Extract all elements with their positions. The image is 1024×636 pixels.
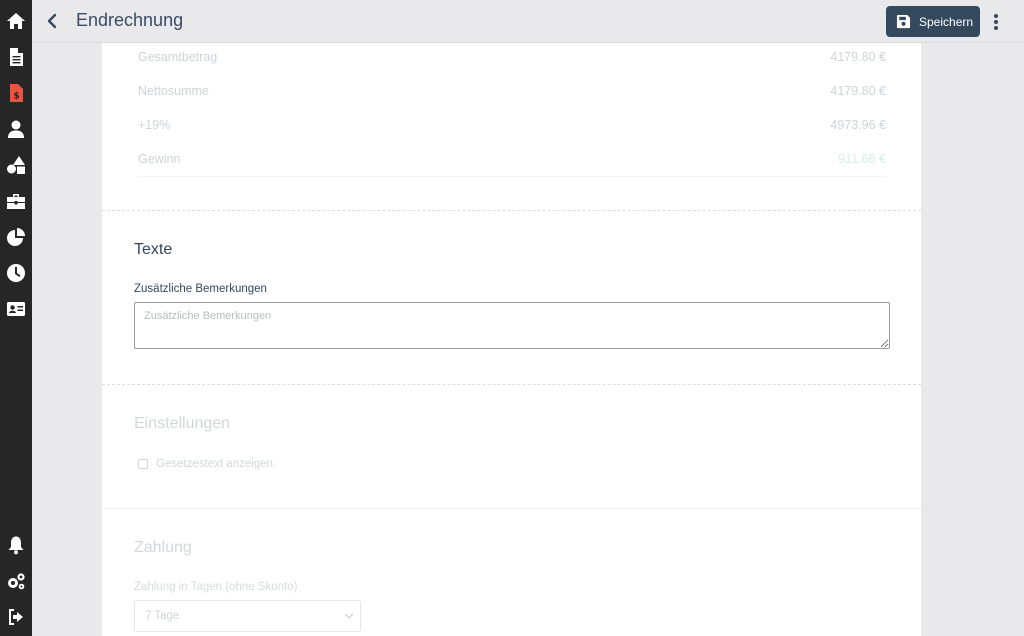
summary-label: Gewinn [138, 152, 181, 166]
save-button-label: Speichern [919, 14, 974, 29]
payment-days-label: Zahlung in Tagen (ohne Skonto) [134, 581, 298, 593]
summary-label: Gesamtbetrag [138, 50, 218, 64]
more-options-button[interactable] [988, 11, 1004, 33]
id-card-icon[interactable] [4, 297, 28, 321]
summary-label: +19% [138, 118, 171, 132]
summary-row-gesamtbetrag: Gesamtbetrag 4179.80 € [138, 50, 886, 70]
section-title-einstellungen: Einstellungen [134, 415, 231, 432]
svg-text:$: $ [13, 92, 19, 102]
summary-row-vat: +19% 4973.96 € [138, 118, 886, 138]
chevron-down-icon [344, 613, 354, 619]
pie-chart-icon[interactable] [4, 225, 28, 249]
section-divider [102, 384, 921, 385]
kebab-dot-icon [994, 14, 998, 18]
section-title-texte: Texte [134, 241, 173, 258]
summary-value: 4973.96 € [830, 118, 886, 132]
home-icon[interactable] [4, 9, 28, 33]
invoice-form: Gesamtbetrag 4179.80 € Nettosumme 4179.8… [102, 43, 921, 636]
cogs-icon[interactable] [4, 569, 28, 593]
sidebar: $ [0, 0, 32, 636]
chevron-left-icon [47, 13, 57, 29]
section-divider [102, 508, 921, 509]
notes-textarea[interactable] [134, 302, 890, 349]
user-icon[interactable] [4, 117, 28, 141]
notes-label: Zusätzliche Bemerkungen [134, 283, 267, 295]
section-title-zahlung: Zahlung [134, 539, 192, 556]
section-divider [102, 210, 921, 211]
logout-icon[interactable] [4, 605, 28, 629]
legal-text-checkbox[interactable] [138, 459, 148, 469]
kebab-dot-icon [994, 20, 998, 24]
page-title: Endrechnung [76, 10, 184, 30]
legal-text-checkbox-label: Gesetzestext anzeigen [156, 458, 273, 470]
document-icon[interactable] [4, 45, 28, 69]
bell-icon[interactable] [4, 533, 28, 557]
profit-value: 911.66 € [838, 152, 886, 166]
clock-icon[interactable] [4, 261, 28, 285]
summary-row-nettosumme: Nettosumme 4179.80 € [138, 84, 886, 104]
payment-days-select[interactable]: 7 Tage [134, 600, 361, 632]
kebab-dot-icon [994, 26, 998, 30]
summary-divider [138, 176, 886, 177]
invoice-icon[interactable]: $ [4, 81, 28, 105]
summary-label: Nettosumme [138, 84, 209, 98]
save-button[interactable]: Speichern [886, 6, 980, 37]
shapes-icon[interactable] [4, 153, 28, 177]
floppy-disk-icon [896, 14, 911, 29]
back-button[interactable] [44, 11, 60, 31]
toolbox-icon[interactable] [4, 189, 28, 213]
legal-text-checkbox-row[interactable]: Gesetzestext anzeigen [138, 457, 273, 471]
summary-value: 4179.80 € [830, 84, 886, 98]
summary-row-gewinn: Gewinn 911.66 € [138, 152, 886, 172]
app-header: Endrechnung Speichern [32, 0, 1024, 43]
summary-value: 4179.80 € [830, 50, 886, 64]
payment-days-value: 7 Tage [145, 610, 180, 622]
